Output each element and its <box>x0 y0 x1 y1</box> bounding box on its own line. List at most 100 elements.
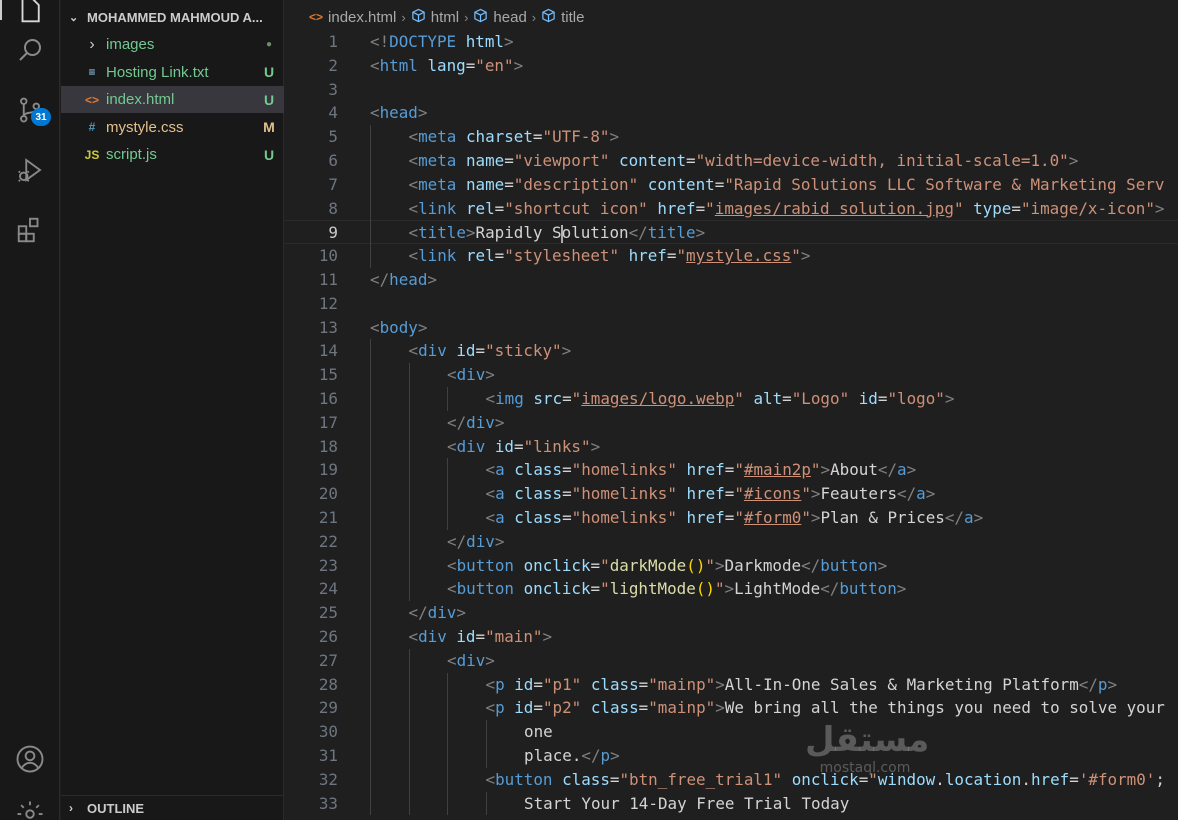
code-line[interactable]: 8 <link rel="shortcut icon" href="images/… <box>285 197 1178 221</box>
code-line[interactable]: 5 <meta charset="UTF-8"> <box>285 125 1178 149</box>
code-token: < <box>408 198 419 218</box>
account-icon[interactable] <box>0 735 60 783</box>
code-token: button <box>456 579 514 599</box>
code-line[interactable]: 27 <div> <box>285 649 1178 673</box>
breadcrumb-item[interactable]: <> index.html <box>309 9 396 26</box>
line-content: <a class="homelinks" href="#main2p">Abou… <box>486 458 917 482</box>
code-line[interactable]: 20 <a class="homelinks" href="#icons">Fea… <box>285 482 1178 506</box>
code-token: > <box>973 508 984 527</box>
file-item[interactable]: JS script.js U <box>61 141 284 168</box>
code-token: < <box>408 246 419 266</box>
code-editor[interactable]: 1 <!DOCTYPE html> 2 <html lang="en"> 3 4 <head… <box>285 32 1178 820</box>
breadcrumb-item[interactable]: title <box>541 8 584 27</box>
code-line[interactable]: 26 <div id="main"> <box>285 625 1178 649</box>
code-line[interactable]: 22 </div> <box>285 530 1178 554</box>
line-content: <a class="homelinks" href="#form0">Plan … <box>486 506 984 530</box>
code-token: " <box>801 508 811 527</box>
explorer-header[interactable]: ⌄ MOHAMMED MAHMOUD A... <box>61 0 283 34</box>
search-icon[interactable] <box>0 26 60 74</box>
code-token: id <box>456 627 476 646</box>
code-line[interactable]: 21 <a class="homelinks" href="#form0">Pla… <box>285 506 1178 530</box>
code-line[interactable]: 1 <!DOCTYPE html> <box>285 30 1178 54</box>
indent-guide <box>408 672 410 697</box>
code-line[interactable]: 12 <box>285 292 1178 316</box>
code-token: < <box>408 151 419 170</box>
code-line[interactable]: 32 <button class="btn_free_trial1" onclic… <box>285 768 1178 792</box>
code-token: () <box>695 579 715 599</box>
indent-guide <box>447 672 448 697</box>
breadcrumb-item[interactable]: head <box>473 8 527 27</box>
code-line[interactable]: 17 </div> <box>285 411 1178 435</box>
code-line[interactable]: 23 <button onclick="darkMode()">Darkmode<… <box>285 554 1178 578</box>
code-token: one <box>524 722 553 742</box>
code-token: div <box>456 365 486 385</box>
code-line[interactable]: 6 <meta name="viewport" content="width=de… <box>285 149 1178 173</box>
code-line[interactable]: 9 <title>Rapidly Solution</title> <box>285 220 1178 245</box>
code-token: a <box>495 484 505 504</box>
code-token: "p1" <box>542 674 582 694</box>
code-token: "mainp" <box>648 674 716 694</box>
code-line[interactable]: 7 <meta name="description" content="Rapid… <box>285 173 1178 197</box>
code-line[interactable]: 28 <p id="p1" class="mainp">All-In-One Sa… <box>285 673 1178 697</box>
file-item[interactable]: ≡ Hosting Link.txt U <box>61 59 284 86</box>
file-item[interactable]: <> index.html U <box>61 86 284 113</box>
line-number: 12 <box>318 293 338 313</box>
code-token: > <box>877 555 888 575</box>
code-line[interactable]: 25 </div> <box>285 601 1178 625</box>
line-content: <p id="p1" class="mainp">All-In-One Sale… <box>486 673 1118 697</box>
run-debug-icon[interactable] <box>0 146 60 194</box>
code-token: content <box>647 174 715 194</box>
code-line[interactable]: 31 place.</p> <box>285 744 1178 768</box>
code-line[interactable]: 24 <button onclick="lightMode()">LightMod… <box>285 577 1178 601</box>
code-token: "homelinks" <box>571 484 677 504</box>
indent-guide <box>408 720 410 744</box>
code-line[interactable]: 30 one <box>285 720 1178 744</box>
code-line[interactable]: 11 </head> <box>285 268 1178 292</box>
code-token: We bring all the things you need to solv… <box>724 698 1165 718</box>
indent-guide <box>370 244 371 268</box>
code-token: > <box>1154 198 1165 218</box>
source-control-icon[interactable]: 31 <box>0 86 60 134</box>
file-item[interactable]: # mystyle.css M <box>61 114 284 141</box>
code-token: href <box>686 508 725 527</box>
indent-guide <box>370 125 371 149</box>
line-content: <head> <box>370 101 427 125</box>
code-token: href <box>657 198 696 218</box>
breadcrumb-item[interactable]: html <box>411 8 459 27</box>
line-number: 15 <box>318 365 338 385</box>
code-token: < <box>447 365 457 385</box>
code-line[interactable]: 19 <a class="homelinks" href="#main2p">Ab… <box>285 458 1178 482</box>
settings-gear-icon[interactable] <box>0 790 60 820</box>
code-line[interactable]: 33 Start Your 14-Day Free Trial Today <box>285 792 1178 816</box>
outline-section[interactable]: › OUTLINE <box>61 795 284 820</box>
code-line[interactable]: 15 <div> <box>285 363 1178 387</box>
code-token: lang <box>427 55 466 75</box>
code-token: a <box>495 508 505 527</box>
code-token: onclick <box>523 555 591 575</box>
code-line[interactable]: 3 <box>285 78 1178 102</box>
code-line[interactable]: 16 <img src="images/logo.webp" alt="Logo"… <box>285 387 1178 411</box>
folder-item[interactable]: › images ● <box>61 31 284 58</box>
code-line[interactable]: 10 <link rel="stylesheet" href="mystyle.c… <box>285 244 1178 268</box>
indent-guide <box>408 458 410 483</box>
extensions-icon[interactable] <box>0 206 60 254</box>
code-line[interactable]: 2 <html lang="en"> <box>285 54 1178 78</box>
code-token: > <box>1107 674 1118 694</box>
code-token: = <box>638 698 649 718</box>
code-token: LightMode <box>734 579 821 599</box>
code-token: = <box>638 674 649 694</box>
indent-guide <box>370 529 371 554</box>
code-line[interactable]: 13 <body> <box>285 316 1178 340</box>
explorer-sidebar: ⌄ MOHAMMED MAHMOUD A... › images ● ≡ Hosting… <box>61 0 284 820</box>
code-token: < <box>408 223 419 243</box>
indent-guide <box>408 506 410 530</box>
indent-guide <box>408 744 410 768</box>
code-line[interactable]: 18 <div id="links"> <box>285 435 1178 459</box>
code-line[interactable]: 14 <div id="sticky"> <box>285 339 1178 363</box>
code-line[interactable]: 29 <p id="p2" class="mainp">We bring all … <box>285 696 1178 720</box>
code-line[interactable]: 4 <head> <box>285 101 1178 125</box>
code-token: = <box>562 484 572 504</box>
code-token: > <box>427 270 437 289</box>
